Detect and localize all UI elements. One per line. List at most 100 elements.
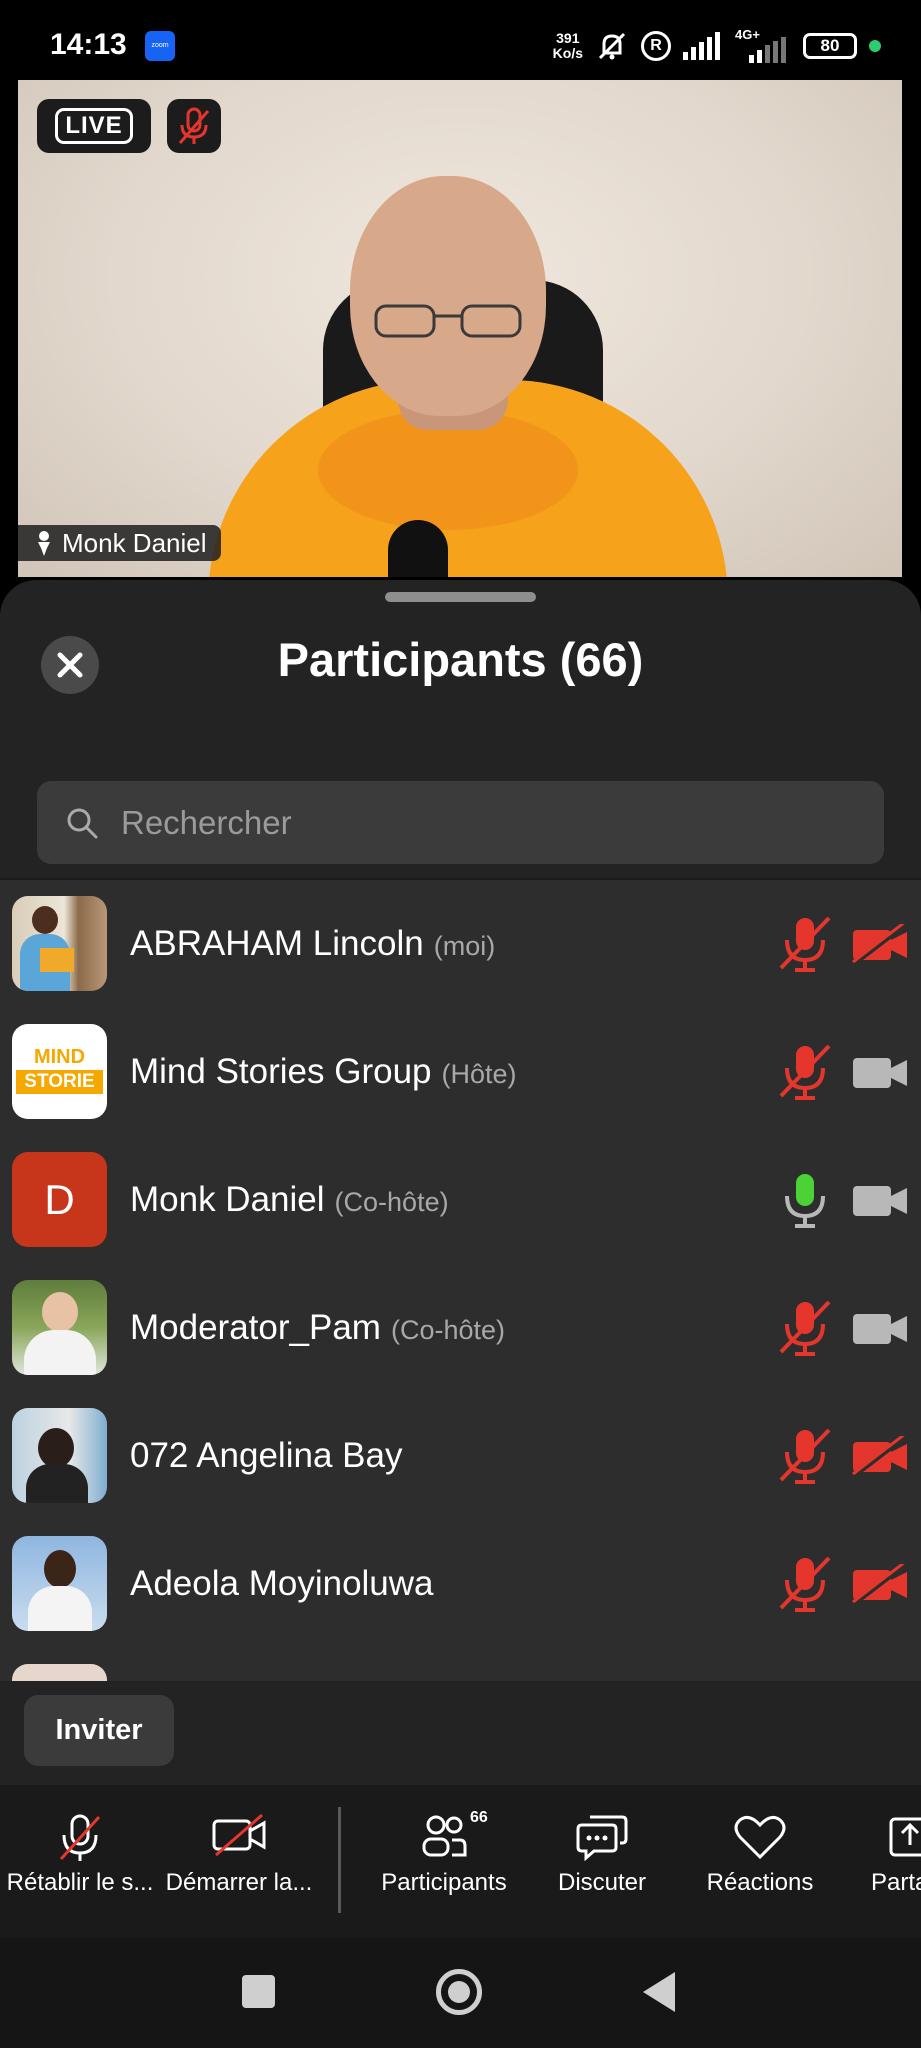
avatar-logo-text: STORIE (16, 1070, 103, 1094)
r-icon: R (641, 31, 671, 61)
start-video-button[interactable]: Démarrer la... (160, 1785, 318, 1938)
mic-muted-icon[interactable] (777, 1554, 833, 1614)
camera-off-icon[interactable] (851, 1564, 909, 1604)
participant-role: (Hôte) (441, 1059, 517, 1089)
participants-icon (422, 1815, 467, 1857)
chat-icon (576, 1815, 628, 1861)
close-button[interactable] (41, 636, 99, 694)
status-bar: 14:13 zoom 391 Ko/s R 4G+ 80 (0, 0, 921, 80)
avatar (12, 1280, 107, 1375)
search-input[interactable] (121, 803, 821, 842)
avatar: D (12, 1152, 107, 1247)
panel-title: Participants (66) (277, 633, 644, 686)
participant-name: Moderator_Pam (Co-hôte) (130, 1308, 505, 1348)
reactions-label: Réactions (706, 1869, 814, 1896)
mic-muted-icon[interactable] (777, 1426, 833, 1486)
camera-on-icon[interactable] (851, 1308, 909, 1348)
camera-on-icon[interactable] (851, 1052, 909, 1092)
participant-row[interactable]: D Monk Daniel (Co-hôte) (0, 1136, 921, 1264)
active-speaker-video[interactable]: LIVE Monk Daniel (18, 80, 902, 577)
participant-name-text: Adeola Moyinoluwa (130, 1564, 434, 1603)
participant-name-text: Mind Stories Group (130, 1052, 432, 1091)
video-glasses (374, 304, 522, 338)
home-button[interactable] (436, 1969, 482, 2015)
video-head (350, 176, 546, 416)
spotlight-pin-icon (38, 531, 50, 556)
network-speed-value: 391 (556, 30, 580, 46)
privacy-dot (869, 40, 881, 52)
share-label: Partager (871, 1869, 921, 1896)
participant-row[interactable]: ABRAHAM Lincoln (moi) (0, 880, 921, 1008)
live-label: LIVE (55, 108, 133, 144)
mic-muted-icon[interactable] (777, 1298, 833, 1358)
system-nav-bar (0, 1938, 921, 2048)
participant-name-text: Moderator_Pam (130, 1308, 381, 1347)
participants-label: Participants (381, 1869, 507, 1896)
toolbar-separator (338, 1807, 341, 1913)
participants-button[interactable]: 66 Participants (364, 1785, 524, 1938)
battery-icon: 80 (803, 33, 857, 59)
participant-name-text: ABRAHAM Lincoln (130, 924, 424, 963)
share-icon (889, 1817, 921, 1857)
participant-name: 072 Angelina Bay (130, 1436, 412, 1476)
network-speed: 391 Ko/s (553, 31, 583, 61)
participant-row[interactable]: Moderator_Pam (Co-hôte) (0, 1264, 921, 1392)
mic-muted-icon (167, 99, 221, 153)
signal-icon (683, 32, 720, 60)
clock: 14:13 (50, 28, 127, 61)
avatar (12, 1536, 107, 1631)
participant-name-text: 072 Angelina Bay (130, 1436, 403, 1475)
avatar-letter: D (44, 1175, 75, 1223)
camera-on-icon[interactable] (851, 1180, 909, 1220)
zoom-app-icon: zoom (145, 31, 175, 61)
chat-button[interactable]: Discuter (524, 1785, 680, 1938)
avatar-logo-text: MIND (33, 1046, 86, 1068)
unmute-button[interactable]: Rétablir le s... (0, 1785, 160, 1938)
search-icon (67, 808, 98, 838)
drag-handle[interactable] (385, 592, 536, 602)
chat-label: Discuter (557, 1869, 647, 1896)
share-button[interactable]: Partager (840, 1785, 921, 1938)
invite-bar: Inviter (0, 1681, 921, 1785)
network-speed-unit: Ko/s (552, 45, 583, 61)
avatar: MIND STORIE (12, 1024, 107, 1119)
meeting-toolbar: Rétablir le s... Démarrer la... 66 Parti… (0, 1785, 921, 1938)
speaker-name-tag: Monk Daniel (18, 525, 221, 561)
signal-4g-icon: 4G+ (735, 27, 791, 63)
reactions-button[interactable]: Réactions (680, 1785, 840, 1938)
camera-off-icon[interactable] (851, 924, 909, 964)
invite-button[interactable]: Inviter (24, 1695, 174, 1766)
mic-active-icon[interactable] (777, 1170, 833, 1230)
status-icons: 391 Ko/s R 4G+ 80 (553, 26, 881, 66)
camera-off-icon (212, 1813, 266, 1857)
participant-row[interactable]: Adeola Moyinoluwa (0, 1520, 921, 1648)
back-button[interactable] (643, 1972, 675, 2012)
mic-muted-icon[interactable] (777, 914, 833, 974)
mute-bell-icon (598, 32, 626, 60)
avatar (12, 896, 107, 991)
camera-off-icon[interactable] (851, 1436, 909, 1476)
search-bar[interactable] (37, 781, 884, 864)
participant-row[interactable]: 072 Angelina Bay (0, 1392, 921, 1520)
recent-apps-button[interactable] (242, 1975, 275, 2008)
participant-role: (moi) (433, 931, 496, 961)
speaker-name: Monk Daniel (62, 527, 207, 558)
participant-name: ABRAHAM Lincoln (moi) (130, 924, 495, 964)
unmute-label: Rétablir le s... (6, 1869, 154, 1896)
video-microphone (388, 520, 448, 577)
participant-name: Mind Stories Group (Hôte) (130, 1052, 517, 1092)
participant-row[interactable]: MIND STORIE Mind Stories Group (Hôte) (0, 1008, 921, 1136)
participant-name: Monk Daniel (Co-hôte) (130, 1180, 449, 1220)
close-icon (57, 652, 83, 678)
start-video-label: Démarrer la... (165, 1869, 313, 1896)
participants-count-badge: 66 (470, 1809, 488, 1826)
participant-name: Adeola Moyinoluwa (130, 1564, 444, 1604)
live-badge[interactable]: LIVE (37, 99, 151, 153)
participant-name-text: Monk Daniel (130, 1180, 325, 1219)
participant-role: (Co-hôte) (390, 1315, 505, 1345)
heart-icon (734, 1815, 786, 1860)
avatar (12, 1408, 107, 1503)
participant-role: (Co-hôte) (334, 1187, 449, 1217)
mic-muted-icon[interactable] (777, 1042, 833, 1102)
mic-muted-icon (59, 1814, 101, 1861)
